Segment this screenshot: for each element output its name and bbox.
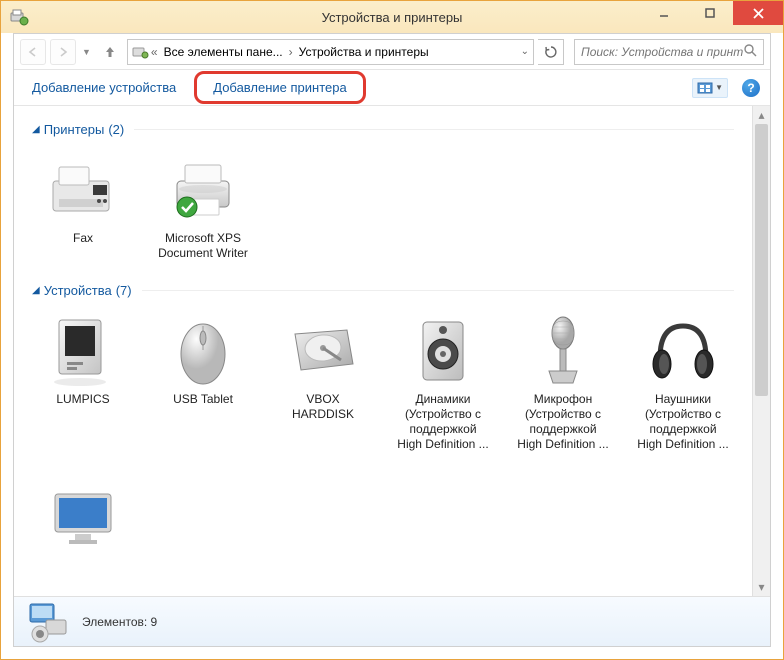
item-label: LUMPICS [56, 392, 109, 407]
devices-list: LUMPICS USB Tablet [32, 308, 734, 456]
breadcrumb[interactable]: « Все элементы пане... › Устройства и пр… [127, 39, 534, 65]
device-item-monitor[interactable] [32, 474, 134, 562]
back-button[interactable] [20, 39, 46, 65]
printer-icon [163, 151, 243, 231]
collapse-icon: ◢ [32, 124, 40, 135]
monitor-icon [43, 478, 123, 558]
scroll-thumb[interactable] [755, 124, 768, 396]
group-count: (2) [108, 122, 124, 137]
item-label: Fax [73, 231, 93, 246]
content-area: ◢ Принтеры (2) Fax [14, 106, 752, 596]
recent-dropdown-icon[interactable]: ▼ [80, 47, 93, 57]
microphone-icon [523, 312, 603, 392]
chevron-right-icon: › [289, 45, 293, 59]
printers-list: Fax Microsoft XPS Document Writer [32, 147, 734, 265]
scroll-down-button[interactable]: ▾ [753, 578, 770, 596]
devices-overflow [32, 474, 734, 562]
minimize-button[interactable] [641, 1, 687, 25]
item-label: Динамики (Устройство с поддержкой High D… [396, 392, 490, 452]
collapse-icon: ◢ [32, 285, 40, 296]
search-input[interactable] [581, 45, 743, 59]
maximize-button[interactable] [687, 1, 733, 25]
control-panel-icon [132, 44, 148, 60]
add-device-button[interactable]: Добавление устройства [24, 76, 184, 99]
scroll-track[interactable] [753, 124, 770, 578]
item-label: VBOX HARDDISK [276, 392, 370, 422]
breadcrumb-segment[interactable]: Все элементы пане... [161, 45, 286, 59]
close-button[interactable] [733, 1, 783, 25]
up-button[interactable] [97, 39, 123, 65]
group-header-devices[interactable]: ◢ Устройства (7) [32, 283, 734, 298]
device-item-computer[interactable]: LUMPICS [32, 308, 134, 456]
breadcrumb-dropdown-icon[interactable]: ⌄ [521, 46, 529, 57]
device-item-headphones[interactable]: Наушники (Устройство с поддержкой High D… [632, 308, 734, 456]
body-row: ◢ Принтеры (2) Fax [14, 106, 770, 596]
group-label: Устройства [44, 283, 112, 298]
add-printer-button[interactable]: Добавление принтера [194, 71, 365, 104]
device-item-speakers[interactable]: Динамики (Устройство с поддержкой High D… [392, 308, 494, 456]
fax-icon [43, 151, 123, 231]
search-icon[interactable] [743, 43, 757, 60]
scroll-up-button[interactable]: ▴ [753, 106, 770, 124]
window-frame: Устройства и принтеры ▼ [0, 0, 784, 660]
device-item-mouse[interactable]: USB Tablet [152, 308, 254, 456]
harddisk-icon [283, 312, 363, 392]
search-box[interactable] [574, 39, 764, 65]
forward-button[interactable] [50, 39, 76, 65]
speaker-icon [403, 312, 483, 392]
device-item-microphone[interactable]: Микрофон (Устройство с поддержкой High D… [512, 308, 614, 456]
group-label: Принтеры [44, 122, 105, 137]
window-controls [641, 1, 783, 25]
app-icon [9, 7, 29, 27]
view-options-button[interactable]: ▼ [692, 78, 728, 98]
chevron-icon: « [151, 45, 158, 59]
window-inner: ▼ « Все элементы пане... › Устройства и … [13, 33, 771, 647]
breadcrumb-segment[interactable]: Устройства и принтеры [296, 45, 432, 59]
refresh-button[interactable] [538, 39, 564, 65]
item-label: Microsoft XPS Document Writer [156, 231, 250, 261]
title-bar: Устройства и принтеры [1, 1, 783, 33]
group-count: (7) [116, 283, 132, 298]
status-bar: Элементов: 9 [14, 596, 770, 646]
mouse-icon [163, 312, 243, 392]
device-item-xps[interactable]: Microsoft XPS Document Writer [152, 147, 254, 265]
devices-collection-icon [26, 602, 70, 642]
status-text: Элементов: 9 [82, 615, 157, 629]
device-item-fax[interactable]: Fax [32, 147, 134, 265]
device-item-harddisk[interactable]: VBOX HARDDISK [272, 308, 374, 456]
view-icon [697, 81, 713, 95]
command-bar: Добавление устройства Добавление принтер… [14, 70, 770, 106]
help-button[interactable]: ? [742, 79, 760, 97]
navigation-bar: ▼ « Все элементы пане... › Устройства и … [14, 34, 770, 70]
item-label: Микрофон (Устройство с поддержкой High D… [516, 392, 610, 452]
group-header-printers[interactable]: ◢ Принтеры (2) [32, 122, 734, 137]
chevron-down-icon: ▼ [715, 83, 723, 92]
item-label: USB Tablet [173, 392, 233, 407]
computer-icon [43, 312, 123, 392]
vertical-scrollbar[interactable]: ▴ ▾ [752, 106, 770, 596]
item-label: Наушники (Устройство с поддержкой High D… [636, 392, 730, 452]
headphones-icon [643, 312, 723, 392]
